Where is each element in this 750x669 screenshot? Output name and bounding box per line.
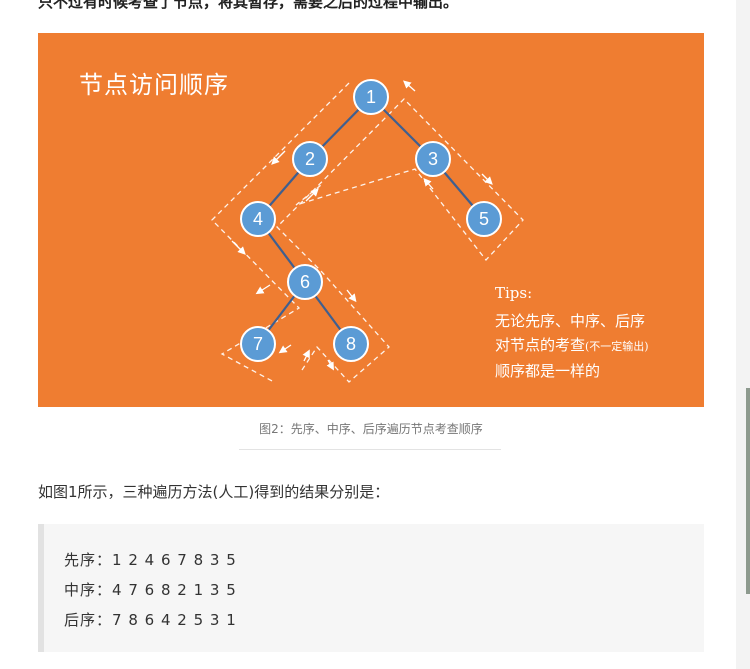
- sidebar-image-edge: [746, 388, 750, 594]
- tips-box: Tips: 无论先序、中序、后序 对节点的考查(不一定输出) 顺序都是一样的: [495, 281, 649, 383]
- path-arrow: [278, 344, 292, 354]
- svg-text:1: 1: [366, 87, 376, 107]
- tree-node-2: 2: [292, 141, 328, 177]
- svg-text:8: 8: [346, 334, 356, 354]
- tree-node-4: 4: [240, 201, 276, 237]
- result-preorder: 先序：1 2 4 6 7 8 3 5: [64, 549, 237, 570]
- path-arrow: [302, 349, 310, 362]
- result-label: 后序：: [64, 611, 113, 629]
- tree-node-1: 1: [353, 79, 389, 115]
- tree-node-6: 6: [287, 264, 323, 300]
- tips-line-2-note: (不一定输出): [585, 340, 649, 353]
- result-sequence: 4 7 6 8 2 1 3 5: [112, 581, 237, 599]
- tree-node-7: 7: [240, 326, 276, 362]
- tips-line-2-main: 对节点的考查: [495, 336, 586, 354]
- path-arrow: [255, 284, 271, 295]
- svg-text:4: 4: [253, 209, 263, 229]
- result-postorder: 后序：7 8 6 4 2 5 3 1: [64, 609, 237, 630]
- tips-line-2: 对节点的考查(不一定输出): [495, 333, 649, 359]
- tips-line-3: 顺序都是一样的: [495, 362, 601, 380]
- svg-text:3: 3: [428, 149, 438, 169]
- tips-line-1: 无论先序、中序、后序: [495, 312, 646, 330]
- svg-text:7: 7: [253, 334, 263, 354]
- result-label: 先序：: [64, 551, 113, 569]
- cut-off-paragraph: 只不过有时候考查了节点，将其暂存，需要之后的过程中输出。: [38, 0, 459, 11]
- path-arrow: [346, 289, 357, 303]
- path-arrow: [403, 80, 416, 92]
- article: 只不过有时候考查了节点，将其暂存，需要之后的过程中输出。 节点访问顺序 1 2 …: [0, 0, 736, 669]
- path-arrow: [231, 240, 246, 255]
- figure-caption: 图2：先序、中序、后序遍历节点考查顺序: [259, 422, 483, 436]
- result-sequence: 7 8 6 4 2 5 3 1: [112, 611, 237, 629]
- tips-title: Tips:: [495, 284, 533, 302]
- results-blockquote: 先序：1 2 4 6 7 8 3 5 中序：4 7 6 8 2 1 3 5 后序…: [38, 524, 704, 652]
- path-arrow: [481, 173, 493, 185]
- svg-text:6: 6: [300, 272, 310, 292]
- tree-node-8: 8: [333, 326, 369, 362]
- svg-text:2: 2: [305, 149, 315, 169]
- results-intro: 如图1所示，三种遍历方法(人工)得到的结果分别是：: [38, 483, 390, 501]
- result-label: 中序：: [64, 581, 113, 599]
- result-inorder: 中序：4 7 6 8 2 1 3 5: [64, 579, 237, 600]
- svg-text:5: 5: [479, 209, 489, 229]
- caption-divider: [239, 449, 501, 450]
- tree-node-3: 3: [415, 141, 451, 177]
- tree-node-5: 5: [466, 201, 502, 237]
- result-sequence: 1 2 4 6 7 8 3 5: [112, 551, 237, 569]
- traversal-path-left: [211, 82, 350, 383]
- traversal-figure: 节点访问顺序 1 2 3 4 5 6 7 8 Tips: 无论先序、中序、后序 …: [38, 33, 704, 407]
